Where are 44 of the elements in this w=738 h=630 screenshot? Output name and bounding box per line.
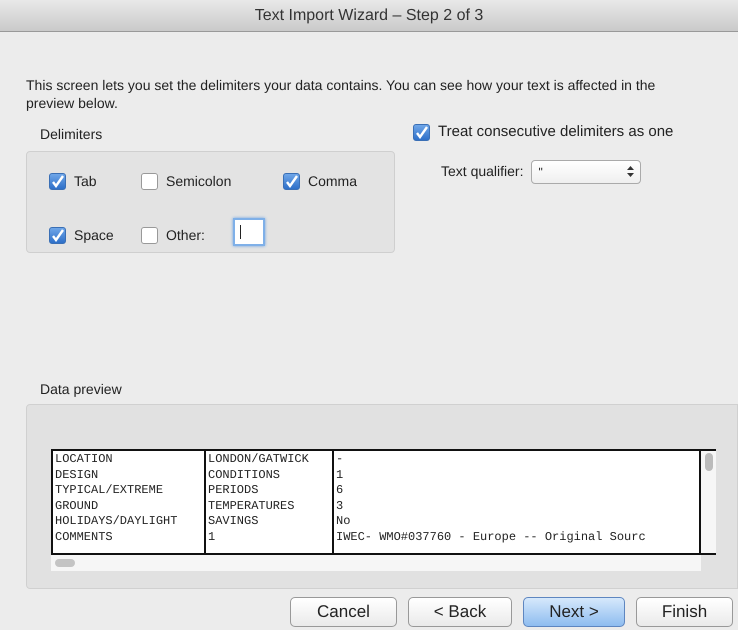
checkbox[interactable] <box>49 173 66 190</box>
checkbox-label: Semicolon <box>166 172 232 191</box>
table-cell-text: No <box>336 514 352 530</box>
checkbox[interactable] <box>49 226 66 244</box>
table-cell-text: IWEC- WMO#037760 - Europe -- Original Sourc <box>336 530 647 546</box>
table-cell-text: CONDITIONS <box>208 468 282 484</box>
table-cell-text: DESIGN <box>55 468 100 484</box>
input-field[interactable] <box>232 218 265 246</box>
table-cell-text: 1 <box>208 530 216 546</box>
button[interactable]: Cancel <box>290 597 397 627</box>
checkbox[interactable] <box>141 173 158 190</box>
checkbox-label: Comma <box>308 172 358 191</box>
checkbox[interactable] <box>141 226 158 244</box>
table-cell-text: COMMENTS <box>55 530 114 546</box>
checkbox-label: Tab <box>74 172 97 191</box>
section-label: Data preview <box>40 381 122 397</box>
table-cell-text: 3 <box>336 498 344 514</box>
horizontal-scrollbar[interactable] <box>51 555 701 571</box>
table-cell-text: LONDON/GATWICK <box>208 452 310 468</box>
window-title: Text Import Wizard – Step 2 of 3 <box>254 6 484 26</box>
table-cell-text: HOLIDAYS/DAYLIGHT <box>55 514 178 530</box>
table-cell-text: 6 <box>336 483 344 499</box>
table-cell-text: SAVINGS <box>208 514 260 530</box>
button[interactable]: < Back <box>408 597 512 627</box>
stepper-icon <box>627 166 634 177</box>
button[interactable]: Finish <box>636 597 733 627</box>
checkbox-label: Treat consecutive delimiters as one <box>438 122 674 142</box>
table-cell-text: - <box>336 452 344 468</box>
table-cell-text: LOCATION <box>55 452 114 468</box>
checkbox-label: Space <box>74 226 114 245</box>
group-label: Delimiters <box>40 125 102 144</box>
field-label: Text qualifier: <box>441 162 524 181</box>
checkbox-label: Other: <box>166 226 205 244</box>
description-text: This screen lets you set the delimiters your data contains. You can see how your text is affected in the preview below. <box>26 76 656 112</box>
dropdown[interactable]: " <box>531 160 642 184</box>
table-cell-text: PERIODS <box>208 483 260 499</box>
checkbox[interactable] <box>283 173 300 190</box>
table-cell-text: TEMPERATURES <box>208 498 296 514</box>
vertical-scrollbar[interactable] <box>701 451 716 553</box>
checkbox[interactable] <box>413 124 430 141</box>
table-cell-text: TYPICAL/EXTREME <box>55 483 164 499</box>
button[interactable]: Next > <box>523 597 625 627</box>
table-cell-text: GROUND <box>55 498 100 514</box>
table-cell-text: 1 <box>336 468 344 484</box>
